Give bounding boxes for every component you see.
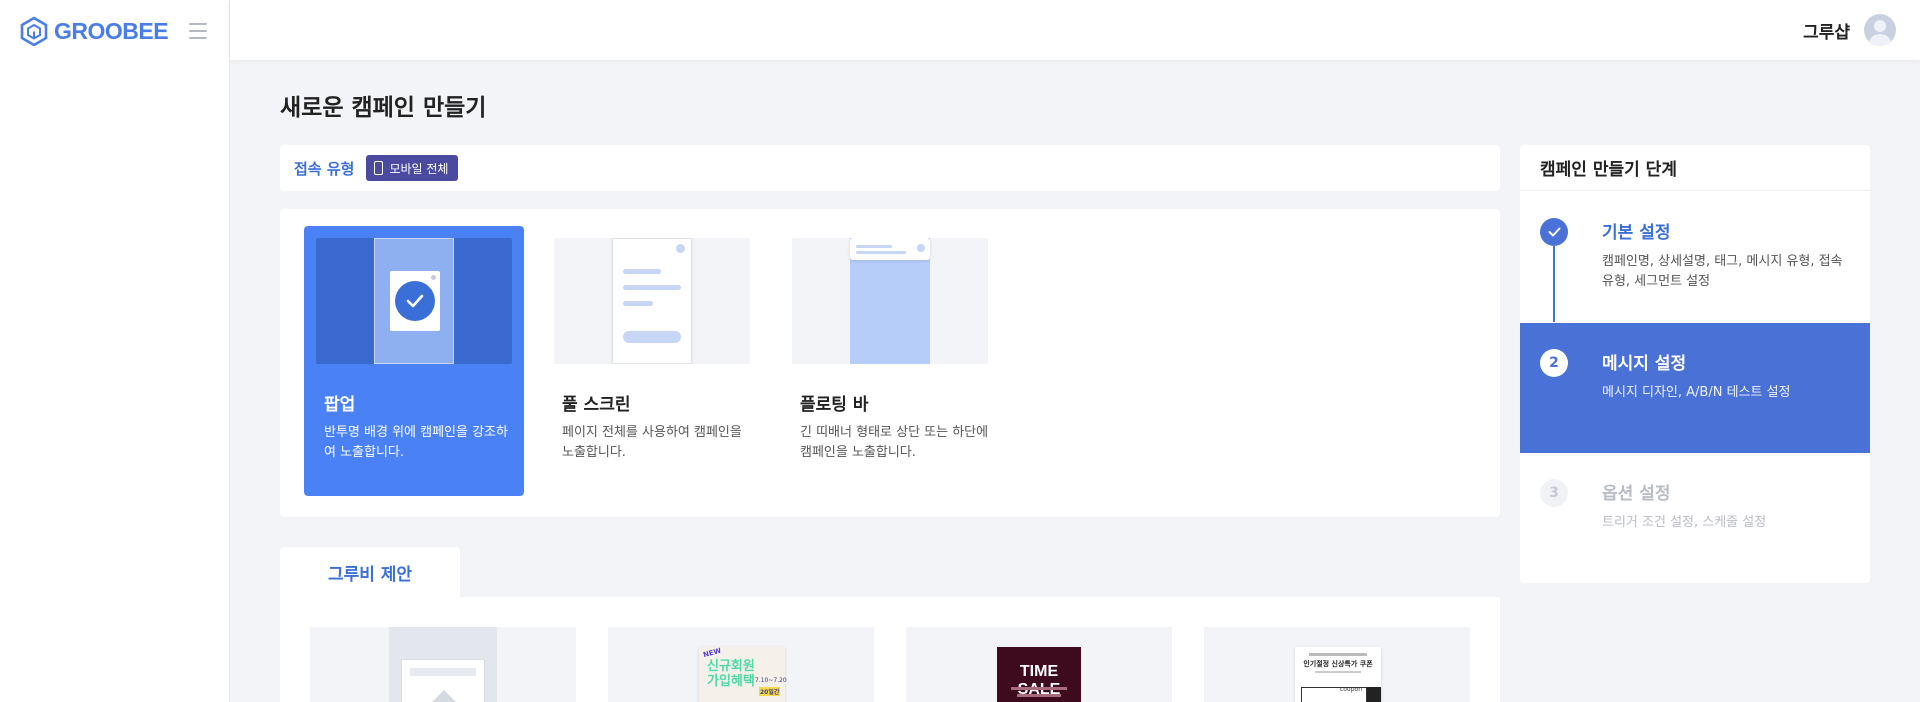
user-name[interactable]: 그루샵 [1803, 18, 1850, 43]
topbar: 그루샵 [230, 0, 1920, 60]
type-option-floating-bar[interactable]: 플로팅 바 긴 띠배너 형태로 상단 또는 하단에 캠페인을 노출합니다. [780, 226, 1000, 496]
step-message-settings[interactable]: 2 메시지 설정 메시지 디자인, A/B/N 테스트 설정 [1520, 323, 1870, 453]
floating-bar-preview-illustration [792, 238, 988, 364]
step-option-settings[interactable]: 3 옵션 설정 트리거 조건 설정, 스케줄 설정 [1520, 453, 1870, 583]
image-placeholder-icon [432, 690, 456, 702]
step-title: 메시지 설정 [1602, 354, 1687, 374]
template-text: 신규회원 가입혜택 [707, 659, 755, 689]
type-option-desc: 페이지 전체를 사용하여 캠페인을 노출합니다. [562, 425, 742, 460]
type-option-fullscreen[interactable]: 풀 스크린 페이지 전체를 사용하여 캠페인을 노출합니다. [542, 226, 762, 496]
type-option-title: 풀 스크린 [562, 395, 631, 415]
page-title: 새로운 캠페인 만들기 [280, 95, 487, 121]
template-badge: NEW [702, 646, 723, 660]
popup-preview-illustration [316, 238, 512, 364]
mobile-phone-icon [374, 161, 384, 175]
steps-panel-title: 캠페인 만들기 단계 [1520, 145, 1870, 191]
brand-logo[interactable]: GROOBEE [20, 16, 169, 46]
type-option-desc: 긴 띠배너 형태로 상단 또는 하단에 캠페인을 노출합니다. [800, 425, 989, 460]
fullscreen-preview-illustration [554, 238, 750, 364]
groobee-hexagon-icon [20, 16, 48, 46]
template-text: 인기절정 신상특가 쿠폰 [1303, 660, 1373, 668]
template-card[interactable] [310, 627, 576, 702]
template-coupon-label: coupon [1339, 686, 1362, 693]
step-title: 옵션 설정 [1602, 484, 1671, 504]
step-title: 기본 설정 [1602, 223, 1671, 243]
type-option-title: 플로팅 바 [800, 395, 869, 415]
type-option-title: 팝업 [324, 395, 356, 415]
brand-name: GROOBEE [54, 17, 169, 44]
step-basic-settings[interactable]: 기본 설정 캠페인명, 상세설명, 태그, 메시지 유형, 접속 유형, 세그먼… [1520, 192, 1870, 322]
step-desc: 캠페인명, 상세설명, 태그, 메시지 유형, 접속 유형, 세그먼트 설정 [1602, 254, 1843, 289]
step-number: 3 [1540, 479, 1568, 507]
type-option-desc: 반투명 배경 위에 캠페인을 강조하여 노출합니다. [324, 425, 508, 460]
campaign-steps-panel: 캠페인 만들기 단계 기본 설정 캠페인명, 상세설명, 태그, 메시지 유형,… [1520, 145, 1870, 583]
user-avatar-icon[interactable] [1864, 14, 1896, 46]
step-number: 2 [1540, 349, 1568, 377]
template-gallery: NEW 신규회원 가입혜택 7.10~7.20 20일간 TIME SALE 인… [280, 597, 1500, 702]
step-connector [1553, 246, 1555, 322]
access-type-bar: 접속 유형 모바일 전체 [280, 145, 1500, 191]
template-card[interactable]: TIME SALE [906, 627, 1172, 702]
type-option-popup[interactable]: 팝업 반투명 배경 위에 캠페인을 강조하여 노출합니다. [304, 226, 524, 496]
message-type-selector: 팝업 반투명 배경 위에 캠페인을 강조하여 노출합니다. 풀 스크린 페이지 … [280, 209, 1500, 517]
template-note: 20일간 [759, 687, 781, 696]
access-type-label: 접속 유형 [294, 159, 355, 178]
check-circle-icon [395, 281, 435, 321]
step-desc: 메시지 디자인, A/B/N 테스트 설정 [1602, 385, 1791, 400]
step-desc: 트리거 조건 설정, 스케줄 설정 [1602, 515, 1767, 530]
menu-toggle-icon[interactable] [189, 23, 207, 39]
sidebar: GROOBEE [0, 0, 230, 702]
template-date: 7.10~7.20 [755, 677, 787, 684]
access-type-chip-label: 모바일 전체 [389, 161, 449, 176]
template-card[interactable]: 인기절정 신상특가 쿠폰 coupon [1204, 627, 1470, 702]
step-check-icon [1540, 218, 1568, 246]
access-type-chip[interactable]: 모바일 전체 [366, 155, 459, 181]
template-card[interactable]: NEW 신규회원 가입혜택 7.10~7.20 20일간 [608, 627, 874, 702]
tab-groobee-suggestions[interactable]: 그루비 제안 [280, 547, 460, 597]
